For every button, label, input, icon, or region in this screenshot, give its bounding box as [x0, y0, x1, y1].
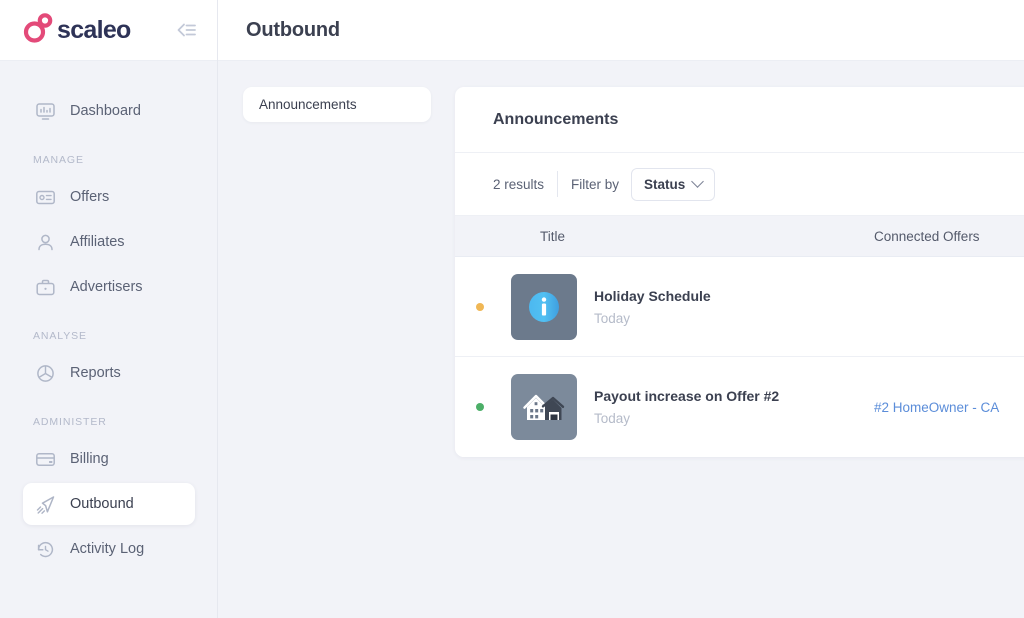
announcements-card: Announcements 2 results Filter by Status…: [455, 87, 1024, 457]
collapse-sidebar-icon[interactable]: [173, 17, 199, 43]
sidebar-item-label: Affiliates: [70, 234, 125, 250]
table-row[interactable]: Holiday Schedule Today: [455, 257, 1024, 357]
title-cell: Holiday Schedule Today: [497, 273, 874, 340]
activity-log-clock-icon: [34, 538, 56, 560]
announcement-date: Today: [594, 411, 631, 426]
connected-offers-cell: #2 HomeOwner - CA: [874, 400, 1024, 415]
chevron-down-icon: [691, 174, 705, 188]
content-area: Announcements Announcements 2 results Fi…: [218, 61, 1024, 618]
sidebar-nav: Dashboard MANAGE Offers Affiliates Adver…: [0, 61, 217, 618]
announcement-text-block: Holiday Schedule Today: [594, 288, 711, 326]
sidebar-section-analyse: ANALYSE: [33, 330, 87, 342]
info-circle-icon: [529, 291, 559, 322]
status-filter-select[interactable]: Status: [631, 167, 716, 201]
dashboard-monitor-icon: [34, 100, 56, 122]
connected-offer-link[interactable]: #2 HomeOwner - CA: [874, 400, 999, 415]
status-badge: [476, 302, 484, 311]
sidebar-section-manage: MANAGE: [33, 154, 84, 166]
sidebar-item-label: Offers: [70, 189, 110, 205]
status-badge: [476, 403, 484, 411]
house-icon: [523, 394, 565, 420]
billing-creditcard-icon: [34, 448, 56, 470]
sidebar-item-activity-log[interactable]: Activity Log: [23, 528, 195, 570]
sidebar-item-offers[interactable]: Offers: [23, 176, 195, 218]
page-title: Outbound: [246, 18, 340, 41]
brand-wordmark: scaleo: [57, 15, 131, 44]
filter-by-label: Filter by: [571, 176, 620, 192]
tab-announcements[interactable]: Announcements: [243, 87, 431, 122]
sidebar-item-billing[interactable]: Billing: [23, 438, 195, 480]
tab-label: Announcements: [259, 97, 357, 112]
offers-card-icon: [34, 186, 56, 208]
brand-logo[interactable]: scaleo: [22, 12, 131, 48]
tab-rail: Announcements: [243, 87, 431, 122]
title-column-header: Title: [540, 228, 566, 244]
sidebar-item-advertisers[interactable]: Advertisers: [23, 266, 195, 308]
affiliates-person-icon: [34, 231, 56, 253]
sidebar-item-outbound[interactable]: Outbound: [23, 483, 195, 525]
connected-offers-column-header: Connected Offers: [874, 228, 980, 244]
card-header: Announcements: [455, 87, 1024, 153]
sidebar-item-label: Billing: [70, 451, 109, 467]
results-count: 2 results: [493, 176, 545, 192]
sidebar-item-label: Dashboard: [70, 103, 141, 119]
card-toolbar: 2 results Filter by Status: [455, 153, 1024, 215]
sidebar-item-dashboard[interactable]: Dashboard: [23, 90, 195, 132]
sidebar-item-label: Reports: [70, 365, 121, 381]
outbound-paperplane-icon: [34, 493, 56, 515]
status-cell: [455, 302, 497, 311]
brand-bar: scaleo: [0, 0, 217, 61]
topbar: Outbound: [218, 0, 1024, 61]
announcement-date: Today: [594, 310, 631, 326]
advertisers-briefcase-icon: [34, 276, 56, 298]
sidebar-item-label: Activity Log: [70, 541, 145, 557]
announcement-title: Payout increase on Offer #2: [594, 388, 780, 404]
announcement-text-block: Payout increase on Offer #2 Today: [594, 388, 779, 426]
status-filter-value: Status: [644, 176, 686, 192]
table-row[interactable]: Payout increase on Offer #2 Today #2 Hom…: [455, 357, 1024, 457]
reports-piechart-icon: [34, 362, 56, 384]
sidebar: scaleo Dashboard MANAGE Offers Affiliate…: [0, 0, 218, 618]
app-root: scaleo Dashboard MANAGE Offers Affiliate…: [0, 0, 1024, 618]
sidebar-item-label: Advertisers: [70, 279, 143, 295]
status-cell: [455, 403, 497, 411]
title-cell: Payout increase on Offer #2 Today: [497, 374, 874, 440]
sidebar-item-label: Outbound: [70, 496, 134, 512]
card-title: Announcements: [493, 110, 619, 128]
sidebar-item-reports[interactable]: Reports: [23, 352, 195, 394]
announcement-thumbnail: [511, 374, 577, 440]
table-header-row: Title Connected Offers: [455, 215, 1024, 257]
sidebar-item-affiliates[interactable]: Affiliates: [23, 221, 195, 263]
announcement-thumbnail: [511, 273, 577, 340]
scaleo-logo-mark: [22, 12, 54, 48]
main-area: Outbound Announcements Announcements 2 r…: [218, 0, 1024, 618]
announcement-title: Holiday Schedule: [594, 287, 711, 304]
sidebar-section-administer: ADMINISTER: [33, 416, 107, 428]
